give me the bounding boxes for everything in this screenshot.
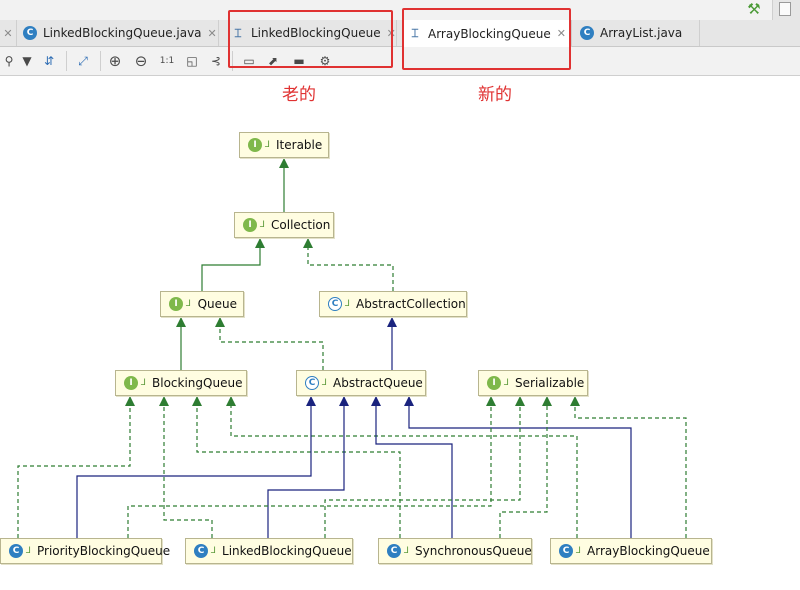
arrowhead-icon <box>303 238 313 248</box>
node-label: BlockingQueue <box>152 376 243 390</box>
node-label: Iterable <box>276 138 323 152</box>
arrowhead-icon <box>570 396 580 406</box>
interface-icon: I <box>487 376 501 390</box>
diagram-node-blockingqueue[interactable]: I ⅃ BlockingQueue <box>115 370 247 396</box>
node-label: AbstractCollection <box>356 297 466 311</box>
class-icon: C <box>387 544 401 558</box>
edge-priorityblockingqueue-to-serializable <box>127 396 492 538</box>
node-label: LinkedBlockingQueue <box>222 544 352 558</box>
edge-priorityblockingqueue-to-abstractqueue <box>76 396 312 538</box>
node-label: PriorityBlockingQueue <box>37 544 171 558</box>
edge-arrayblockingqueue-to-blockingqueue <box>230 396 578 538</box>
diagram-node-arrayblockingqueue[interactable]: C ⅃ ArrayBlockingQueue <box>550 538 712 564</box>
edge-synchronousqueue-to-blockingqueue <box>196 396 401 538</box>
diagram-node-abstractqueue[interactable]: C ⅃ AbstractQueue <box>296 370 426 396</box>
visibility-icon: ⅃ <box>265 140 271 150</box>
visibility-icon: ⅃ <box>504 378 510 388</box>
visibility-icon: ⅃ <box>576 546 582 556</box>
edge-synchronousqueue-to-abstractqueue <box>375 396 453 538</box>
arrowhead-icon <box>215 317 225 327</box>
edge-abstractcollection-to-collection <box>307 238 394 291</box>
arrowhead-icon <box>159 396 169 406</box>
node-label: Serializable <box>515 376 585 390</box>
abstract-class-icon: C <box>305 376 319 390</box>
arrowhead-icon <box>255 238 265 248</box>
diagram-node-linkedblockingqueue[interactable]: C ⅃ LinkedBlockingQueue <box>185 538 353 564</box>
node-label: Queue <box>197 297 237 311</box>
class-icon: C <box>559 544 573 558</box>
visibility-icon: ⅃ <box>345 299 351 309</box>
visibility-icon: ⅃ <box>260 220 266 230</box>
arrowhead-icon <box>279 158 289 168</box>
class-icon: C <box>194 544 208 558</box>
visibility-icon: ⅃ <box>141 378 147 388</box>
visibility-icon: ⅃ <box>404 546 410 556</box>
arrowhead-icon <box>515 396 525 406</box>
edge-queue-to-collection <box>201 238 261 291</box>
arrowhead-icon <box>387 317 397 327</box>
diagram-node-iterable[interactable]: I ⅃ Iterable <box>239 132 329 158</box>
interface-icon: I <box>169 297 183 311</box>
arrowhead-icon <box>192 396 202 406</box>
diagram-node-synchronousqueue[interactable]: C ⅃ SynchronousQueue <box>378 538 532 564</box>
arrowhead-icon <box>404 396 414 406</box>
arrowhead-icon <box>306 396 316 406</box>
diagram-node-collection[interactable]: I ⅃ Collection <box>234 212 334 238</box>
arrowhead-icon <box>542 396 552 406</box>
arrowhead-icon <box>226 396 236 406</box>
diagram-node-priorityblockingqueue[interactable]: C ⅃ PriorityBlockingQueue <box>0 538 170 564</box>
edge-linkedblockingqueue-to-abstractqueue <box>267 396 345 538</box>
arrowhead-icon <box>371 396 381 406</box>
node-label: AbstractQueue <box>333 376 423 390</box>
diagram-node-abstractcollection[interactable]: C ⅃ AbstractCollection <box>319 291 467 317</box>
visibility-icon: ⅃ <box>322 378 328 388</box>
arrowhead-icon <box>339 396 349 406</box>
interface-icon: I <box>124 376 138 390</box>
visibility-icon: ⅃ <box>26 546 32 556</box>
edge-abstractqueue-to-queue <box>219 317 324 370</box>
edge-synchronousqueue-to-serializable <box>499 396 548 538</box>
interface-icon: I <box>243 218 257 232</box>
visibility-icon: ⅃ <box>186 299 192 309</box>
abstract-class-icon: C <box>328 297 342 311</box>
edge-priorityblockingqueue-to-blockingqueue <box>17 396 131 538</box>
node-label: Collection <box>271 218 331 232</box>
node-label: ArrayBlockingQueue <box>587 544 710 558</box>
diagram-node-queue[interactable]: I ⅃ Queue <box>160 291 244 317</box>
interface-icon: I <box>248 138 262 152</box>
diagram-node-serializable[interactable]: I ⅃ Serializable <box>478 370 588 396</box>
node-label: SynchronousQueue <box>415 544 532 558</box>
arrowhead-icon <box>486 396 496 406</box>
edge-linkedblockingqueue-to-blockingqueue <box>163 396 213 538</box>
visibility-icon: ⅃ <box>211 546 217 556</box>
class-icon: C <box>9 544 23 558</box>
arrowhead-icon <box>176 317 186 327</box>
arrowhead-icon <box>125 396 135 406</box>
